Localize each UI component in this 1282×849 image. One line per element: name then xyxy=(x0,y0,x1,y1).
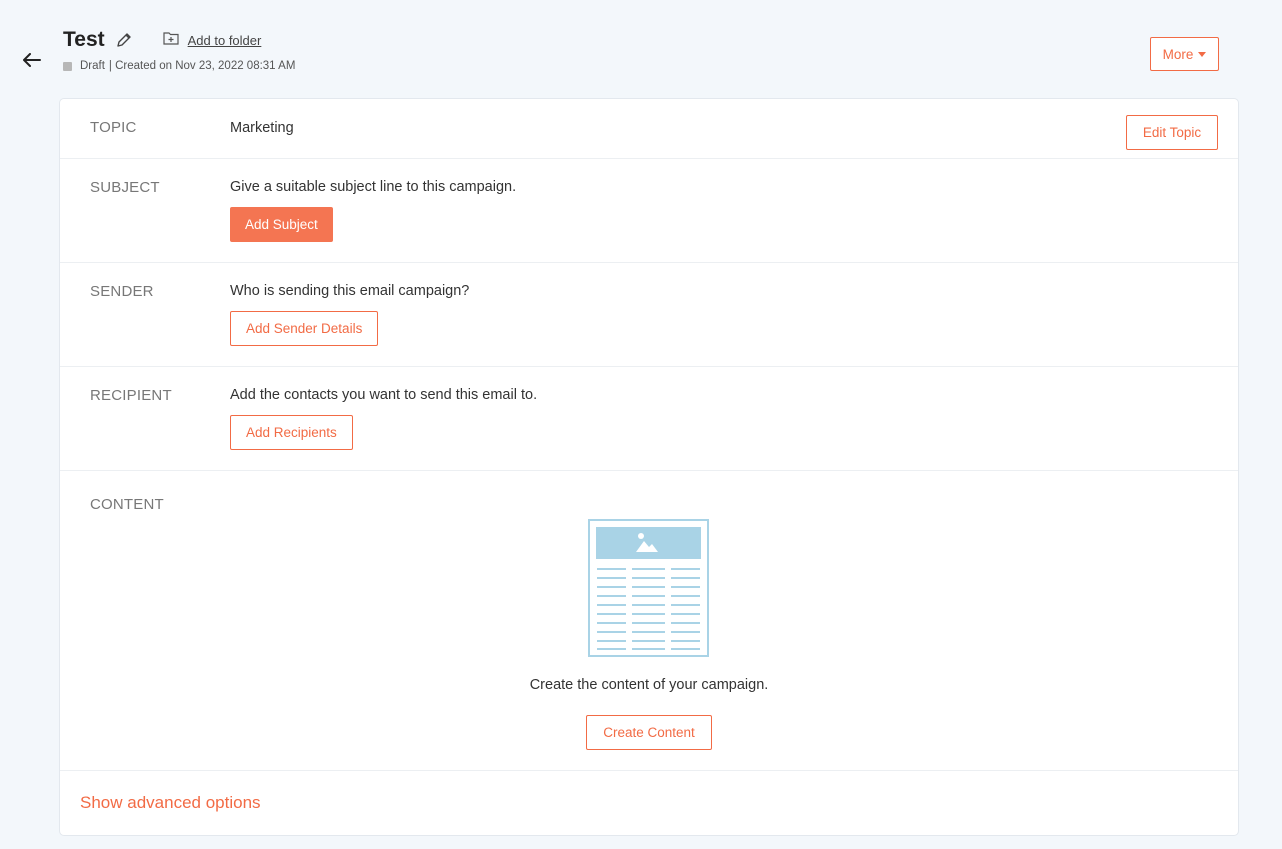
topic-label: TOPIC xyxy=(90,119,137,136)
more-label: More xyxy=(1162,46,1194,62)
sender-text: Who is sending this email campaign? xyxy=(230,283,470,299)
topic-row: TOPIC Marketing Edit Topic xyxy=(60,99,1238,159)
content-text: Create the content of your campaign. xyxy=(529,677,769,693)
subject-row: SUBJECT Give a suitable subject line to … xyxy=(60,159,1238,263)
add-to-folder-link[interactable]: Add to folder xyxy=(163,31,262,50)
campaign-title: Test xyxy=(63,28,105,51)
add-subject-button[interactable]: Add Subject xyxy=(230,207,333,242)
pencil-icon[interactable] xyxy=(115,30,135,50)
more-button[interactable]: More xyxy=(1150,37,1219,71)
sender-label: SENDER xyxy=(90,283,154,300)
folder-plus-icon xyxy=(163,31,179,50)
subject-label: SUBJECT xyxy=(90,179,160,196)
add-to-folder-label: Add to folder xyxy=(187,32,262,48)
recipient-label: RECIPIENT xyxy=(90,387,172,404)
show-advanced-options-link[interactable]: Show advanced options xyxy=(80,793,261,813)
sender-row: SENDER Who is sending this email campaig… xyxy=(60,263,1238,367)
created-date: | Created on Nov 23, 2022 08:31 AM xyxy=(108,60,296,72)
campaign-meta: Draft | Created on Nov 23, 2022 08:31 AM xyxy=(63,60,295,72)
content-row: CONTENT Create the content of your campa… xyxy=(60,471,1238,771)
campaign-card: TOPIC Marketing Edit Topic SUBJECT Give … xyxy=(59,98,1239,836)
edit-topic-button[interactable]: Edit Topic xyxy=(1126,115,1218,150)
recipient-text: Add the contacts you want to send this e… xyxy=(230,387,538,403)
add-recipients-button[interactable]: Add Recipients xyxy=(230,415,353,450)
header-title-row: Test Add to folder xyxy=(63,28,261,52)
status-indicator xyxy=(63,61,72,71)
caret-down-icon xyxy=(1198,51,1207,57)
content-label: CONTENT xyxy=(90,496,164,513)
status-label: Draft xyxy=(80,60,105,72)
topic-value: Marketing xyxy=(230,120,294,136)
recipient-row: RECIPIENT Add the contacts you want to s… xyxy=(60,367,1238,471)
advanced-row: Show advanced options xyxy=(60,771,1238,839)
back-arrow-icon[interactable] xyxy=(20,48,44,72)
newsletter-illustration-icon xyxy=(588,519,710,664)
subject-text: Give a suitable subject line to this cam… xyxy=(230,179,517,195)
create-content-button[interactable]: Create Content xyxy=(586,715,712,750)
add-sender-details-button[interactable]: Add Sender Details xyxy=(230,311,379,346)
